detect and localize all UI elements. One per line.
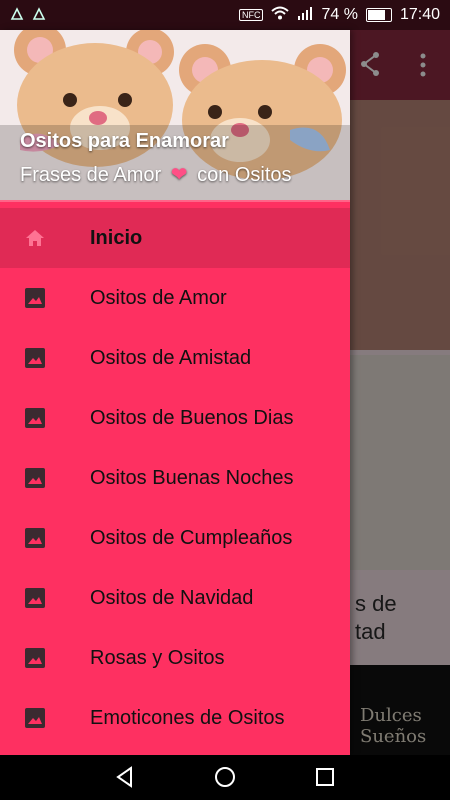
drawer-header: Ositos para Enamorar Frases de Amor ❤ co…	[0, 30, 350, 200]
menu-item-emoticones-de-ositos[interactable]: Emoticones de Ositos	[0, 688, 350, 748]
drawer-title: Ositos para Enamorar	[20, 130, 229, 152]
image-icon	[24, 407, 46, 429]
system-nav-bar	[0, 755, 450, 800]
menu-item-label: Rosas y Ositos	[90, 646, 225, 669]
wifi-icon	[271, 6, 290, 24]
menu-item-ositos-de-buenos-dias[interactable]: Ositos de Buenos Dias	[0, 388, 350, 448]
menu-item-ositos-buenas-noches[interactable]: Ositos Buenas Noches	[0, 448, 350, 508]
image-icon	[24, 647, 46, 669]
drawer-subtitle: Frases de Amor ❤ con Ositos	[20, 162, 292, 187]
menu-item-label: Ositos de Amistad	[90, 346, 252, 369]
subtitle-right: con Ositos	[197, 164, 292, 186]
image-icon	[24, 287, 46, 309]
battery-percent: 74 %	[321, 6, 358, 23]
image-icon	[24, 587, 46, 609]
menu-item-label: Ositos de Buenos Dias	[90, 406, 294, 429]
subtitle-left: Frases de Amor	[20, 164, 162, 186]
home-icon	[24, 227, 46, 249]
navigation-drawer: Ositos para Enamorar Frases de Amor ❤ co…	[0, 30, 350, 755]
menu-item-ositos-de-navidad[interactable]: Ositos de Navidad	[0, 568, 350, 628]
home-button-icon[interactable]	[213, 765, 237, 789]
menu-item-inicio[interactable]: Inicio	[0, 208, 350, 268]
divider	[0, 200, 350, 202]
menu-item-label: Ositos de Navidad	[90, 586, 254, 609]
image-icon	[24, 347, 46, 369]
notification-icon	[10, 7, 24, 21]
back-icon[interactable]	[113, 765, 137, 789]
menu-item-label: Inicio	[90, 226, 143, 249]
menu-item-rosas-y-ositos[interactable]: Rosas y Ositos	[0, 628, 350, 688]
battery-icon	[365, 8, 392, 22]
nfc-icon: NFC	[238, 9, 264, 21]
image-icon	[24, 527, 46, 549]
menu-item-label: Ositos de Cumpleaños	[90, 526, 293, 549]
heart-icon: ❤	[170, 164, 188, 186]
menu-item-label: Ositos Buenas Noches	[90, 466, 294, 489]
menu-item-label: Ositos de Amor	[90, 286, 227, 309]
clock: 17:40	[399, 6, 440, 23]
status-bar: NFC 74 % 17:40	[0, 0, 450, 30]
recent-apps-icon[interactable]	[313, 765, 337, 789]
image-icon	[24, 707, 46, 729]
notification-icon	[32, 7, 46, 21]
image-icon	[24, 467, 46, 489]
menu-item-label: Emoticones de Ositos	[90, 706, 285, 729]
menu-item-ositos-de-amistad[interactable]: Ositos de Amistad	[0, 328, 350, 388]
signal-icon	[297, 6, 313, 24]
menu-item-ositos-de-cumpleanos[interactable]: Ositos de Cumpleaños	[0, 508, 350, 568]
menu-item-ositos-de-amor[interactable]: Ositos de Amor	[0, 268, 350, 328]
scrim[interactable]	[350, 30, 450, 755]
drawer-menu: Inicio Ositos de Amor Ositos de Amistad …	[0, 208, 350, 748]
